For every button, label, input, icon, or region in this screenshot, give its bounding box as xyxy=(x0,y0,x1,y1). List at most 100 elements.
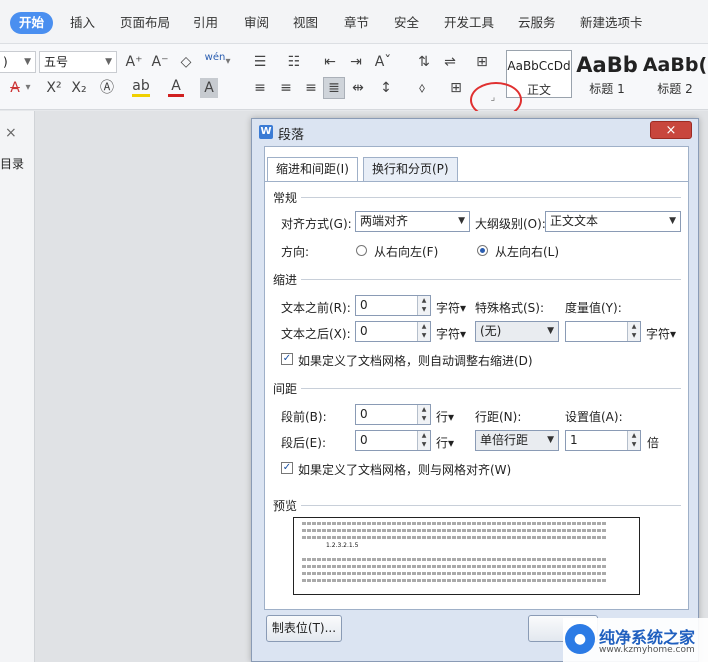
ltr-radio[interactable] xyxy=(477,245,488,256)
style-heading-2[interactable]: AaBb( 标题 2 xyxy=(642,50,708,98)
setting-value-unit: 倍 xyxy=(647,436,660,450)
justify-icon[interactable]: ≣ xyxy=(323,77,345,99)
line-spacing-select[interactable]: 单倍行距 ▼ xyxy=(475,430,559,451)
font-name-combo[interactable]: ) ▼ xyxy=(0,51,36,73)
strikethrough-icon[interactable]: A xyxy=(6,78,24,98)
style-heading-1[interactable]: AaBb 标题 1 xyxy=(574,50,640,98)
border-icon[interactable]: ⊞ xyxy=(446,78,466,98)
dialog-close-button[interactable]: × xyxy=(650,121,692,139)
measure-label: 度量值(Y): xyxy=(565,301,622,315)
indent-before-input[interactable]: 0 ▲ ▼ xyxy=(355,295,431,316)
pinyin-dropdown-icon[interactable]: ▾ xyxy=(224,52,232,72)
spin-buttons-icon[interactable]: ▲ ▼ xyxy=(417,296,430,315)
measure-unit[interactable]: 字符▾ xyxy=(646,325,676,342)
tab-new[interactable]: 新建选项卡 xyxy=(580,12,643,34)
setting-value-input[interactable]: 1 ▲ ▼ xyxy=(565,430,641,451)
spacing-icon[interactable]: ⇌ xyxy=(440,52,460,72)
outline-level-select[interactable]: 正文文本 ▼ xyxy=(545,211,681,232)
snap-grid-label[interactable]: 如果定义了文档网格，则与网格对齐(W) xyxy=(298,461,511,478)
space-after-unit[interactable]: 行▾ xyxy=(436,434,454,451)
tab-security[interactable]: 安全 xyxy=(394,12,419,34)
tab-divider xyxy=(265,181,688,182)
indent-after-label: 文本之后(X): xyxy=(281,327,351,341)
special-format-select[interactable]: (无) ▼ xyxy=(475,321,559,342)
align-center-icon[interactable]: ≡ xyxy=(276,78,296,98)
auto-adjust-label[interactable]: 如果定义了文档网格，则自动调整右缩进(D) xyxy=(298,352,533,369)
spin-buttons-icon[interactable]: ▲ ▼ xyxy=(627,431,640,450)
change-case-icon[interactable]: Aˇ xyxy=(372,52,394,72)
char-shading-icon[interactable]: A xyxy=(200,78,218,98)
tab-insert[interactable]: 插入 xyxy=(70,12,95,34)
divider xyxy=(301,505,681,506)
measure-input[interactable]: ▲ ▼ xyxy=(565,321,641,342)
divider xyxy=(301,388,681,389)
tab-stops-button[interactable]: 制表位(T)... xyxy=(266,615,342,642)
indent-after-unit[interactable]: 字符▾ xyxy=(436,325,466,342)
close-icon[interactable]: × xyxy=(5,125,17,141)
pinyin-icon[interactable]: wén xyxy=(204,48,226,68)
distribute-icon[interactable]: ⇹ xyxy=(348,78,368,98)
tab-line-page-breaks[interactable]: 换行和分页(P) xyxy=(363,157,458,181)
ltr-label[interactable]: 从左向右(L) xyxy=(495,243,559,260)
section-general: 常规 xyxy=(273,191,298,205)
font-color-icon[interactable]: A xyxy=(168,78,184,97)
outline-level-label: 大纲级别(O): xyxy=(475,217,546,231)
indent-after-input[interactable]: 0 ▲ ▼ xyxy=(355,321,431,342)
superscript-icon[interactable]: X² xyxy=(45,78,63,98)
site-watermark: ● 纯净系统之家 www.kzmyhome.com xyxy=(563,618,708,662)
tab-view[interactable]: 视图 xyxy=(293,12,318,34)
font-size-combo[interactable]: 五号 ▼ xyxy=(39,51,117,73)
special-format-label: 特殊格式(S): xyxy=(475,301,545,315)
space-after-input[interactable]: 0 ▲ ▼ xyxy=(355,430,431,451)
spin-buttons-icon[interactable]: ▲ ▼ xyxy=(417,431,430,450)
paragraph-dialog: W 段落 × 缩进和间距(I) 换行和分页(P) 常规 对齐方式(G): 两端对… xyxy=(251,118,699,662)
indent-before-unit[interactable]: 字符▾ xyxy=(436,299,466,316)
highlight-icon[interactable]: ab xyxy=(132,78,150,97)
sort-icon[interactable]: ⇅ xyxy=(414,52,434,72)
tab-developer[interactable]: 开发工具 xyxy=(444,12,494,34)
tab-home[interactable]: 开始 xyxy=(10,12,54,34)
dialog-title: 段落 xyxy=(278,128,305,143)
divider xyxy=(301,197,681,198)
setting-value-label: 设置值(A): xyxy=(565,410,623,424)
tab-references[interactable]: 引用 xyxy=(193,12,218,34)
show-marks-icon[interactable]: ⊞ xyxy=(472,52,492,72)
tab-indent-spacing[interactable]: 缩进和间距(I) xyxy=(267,157,358,182)
space-before-input[interactable]: 0 ▲ ▼ xyxy=(355,404,431,425)
rtl-label[interactable]: 从右向左(F) xyxy=(374,243,438,260)
line-spacing-label: 行距(N): xyxy=(475,410,522,424)
snap-grid-checkbox[interactable]: ✓ xyxy=(281,462,293,474)
alignment-select[interactable]: 两端对齐 ▼ xyxy=(355,211,470,232)
auto-adjust-checkbox[interactable]: ✓ xyxy=(281,353,293,365)
strike-dropdown-icon[interactable]: ▾ xyxy=(24,78,32,98)
tab-cloud[interactable]: 云服务 xyxy=(518,12,556,34)
spin-buttons-icon[interactable]: ▲ ▼ xyxy=(417,405,430,424)
decrease-indent-icon[interactable]: ⇤ xyxy=(320,52,340,72)
numbered-list-icon[interactable]: ☷ xyxy=(284,52,304,72)
align-right-icon[interactable]: ≡ xyxy=(301,78,321,98)
bullet-list-icon[interactable]: ☰ xyxy=(250,52,270,72)
spin-buttons-icon[interactable]: ▲ ▼ xyxy=(417,322,430,341)
shading-icon[interactable]: ⬨ xyxy=(412,78,432,98)
spin-buttons-icon[interactable]: ▲ ▼ xyxy=(627,322,640,341)
align-left-icon[interactable]: ≡ xyxy=(250,78,270,98)
line-spacing-icon[interactable]: ↕ xyxy=(376,78,396,98)
alignment-label: 对齐方式(G): xyxy=(281,217,352,231)
subscript-icon[interactable]: X₂ xyxy=(70,78,88,98)
toc-label[interactable]: 目录 xyxy=(0,155,24,172)
increase-indent-icon[interactable]: ⇥ xyxy=(346,52,366,72)
preview-sample-text: 1.2.3.2.1.5 xyxy=(326,542,359,549)
space-before-unit[interactable]: 行▾ xyxy=(436,408,454,425)
dialog-titlebar[interactable]: W 段落 × xyxy=(252,119,698,145)
space-after-label: 段后(E): xyxy=(281,436,326,450)
grow-font-icon[interactable]: A⁺ xyxy=(125,52,143,72)
text-effect-icon[interactable]: Ⓐ xyxy=(98,78,116,98)
wps-app-icon: W xyxy=(259,125,273,139)
preview-line xyxy=(302,536,607,539)
clear-format-icon[interactable]: ◇ xyxy=(177,52,195,72)
tab-chapter[interactable]: 章节 xyxy=(344,12,369,34)
tab-review[interactable]: 审阅 xyxy=(244,12,269,34)
tab-page-layout[interactable]: 页面布局 xyxy=(120,12,170,34)
shrink-font-icon[interactable]: A⁻ xyxy=(151,52,169,72)
rtl-radio[interactable] xyxy=(356,245,367,256)
